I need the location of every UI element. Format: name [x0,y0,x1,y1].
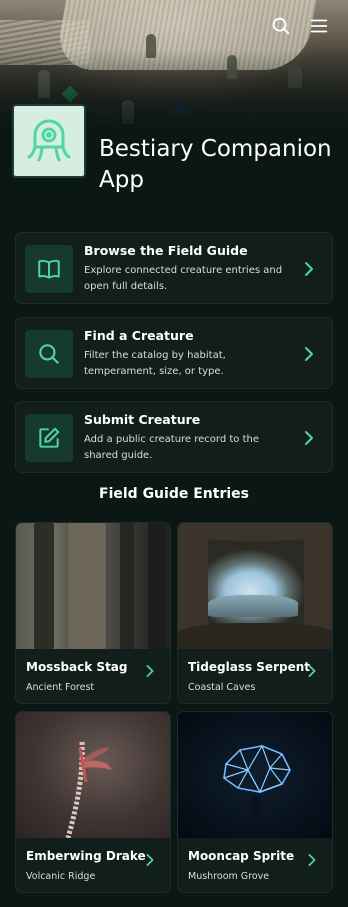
entry-card-emberwing-drake[interactable]: Emberwing Drake Volcanic Ridge [15,711,171,893]
entry-card-mossback-stag[interactable]: Mossback Stag Ancient Forest [15,522,171,704]
entry-name: Emberwing Drake [26,849,146,863]
entry-image [16,523,170,649]
chevron-right-icon [305,347,313,361]
entry-name: Mossback Stag [26,660,128,674]
browse-field-guide-card[interactable]: Browse the Field Guide Explore connected… [15,232,333,304]
submit-creature-card[interactable]: Submit Creature Add a public creature re… [15,401,333,473]
hamburger-menu-icon[interactable] [308,15,330,37]
entry-card-tideglass-serpent[interactable]: Tideglass Serpent Coastal Caves [177,522,333,704]
cyclops-creature-icon [27,119,71,162]
action-description: Filter the catalog by habitat, temperame… [84,350,226,377]
chevron-right-icon [305,431,313,445]
chevron-right-icon [308,665,316,678]
section-title: Field Guide Entries [99,486,249,502]
action-icon-box [25,245,73,293]
search-icon[interactable] [270,15,292,37]
action-description: Explore connected creature entries and o… [84,265,283,292]
action-icon-box [25,414,73,462]
entry-location: Volcanic Ridge [26,871,96,882]
entry-card-mooncap-sprite[interactable]: Mooncap Sprite Mushroom Grove [177,711,333,893]
action-description: Add a public creature record to the shar… [84,434,260,461]
action-title: Submit Creature [84,412,201,427]
app-logo [12,104,86,178]
entry-image [178,712,332,838]
app-title: Bestiary Companion App [99,136,332,193]
chevron-right-icon [308,854,316,867]
entry-location: Mushroom Grove [188,871,270,882]
action-title: Find a Creature [84,328,194,343]
book-open-icon [38,259,60,279]
entry-name: Tideglass Serpent [188,660,310,674]
entry-name: Mooncap Sprite [188,849,295,863]
entry-image [178,523,332,649]
search-icon [39,344,59,364]
action-title: Browse the Field Guide [84,243,248,258]
chevron-right-icon [146,854,154,867]
entry-location: Coastal Caves [188,682,256,693]
entry-location: Ancient Forest [26,682,95,693]
entry-image [16,712,170,838]
action-icon-box [25,330,73,378]
chevron-right-icon [305,262,313,276]
edit-icon [39,427,60,448]
find-creature-card[interactable]: Find a Creature Filter the catalog by ha… [15,317,333,389]
chevron-right-icon [146,665,154,678]
